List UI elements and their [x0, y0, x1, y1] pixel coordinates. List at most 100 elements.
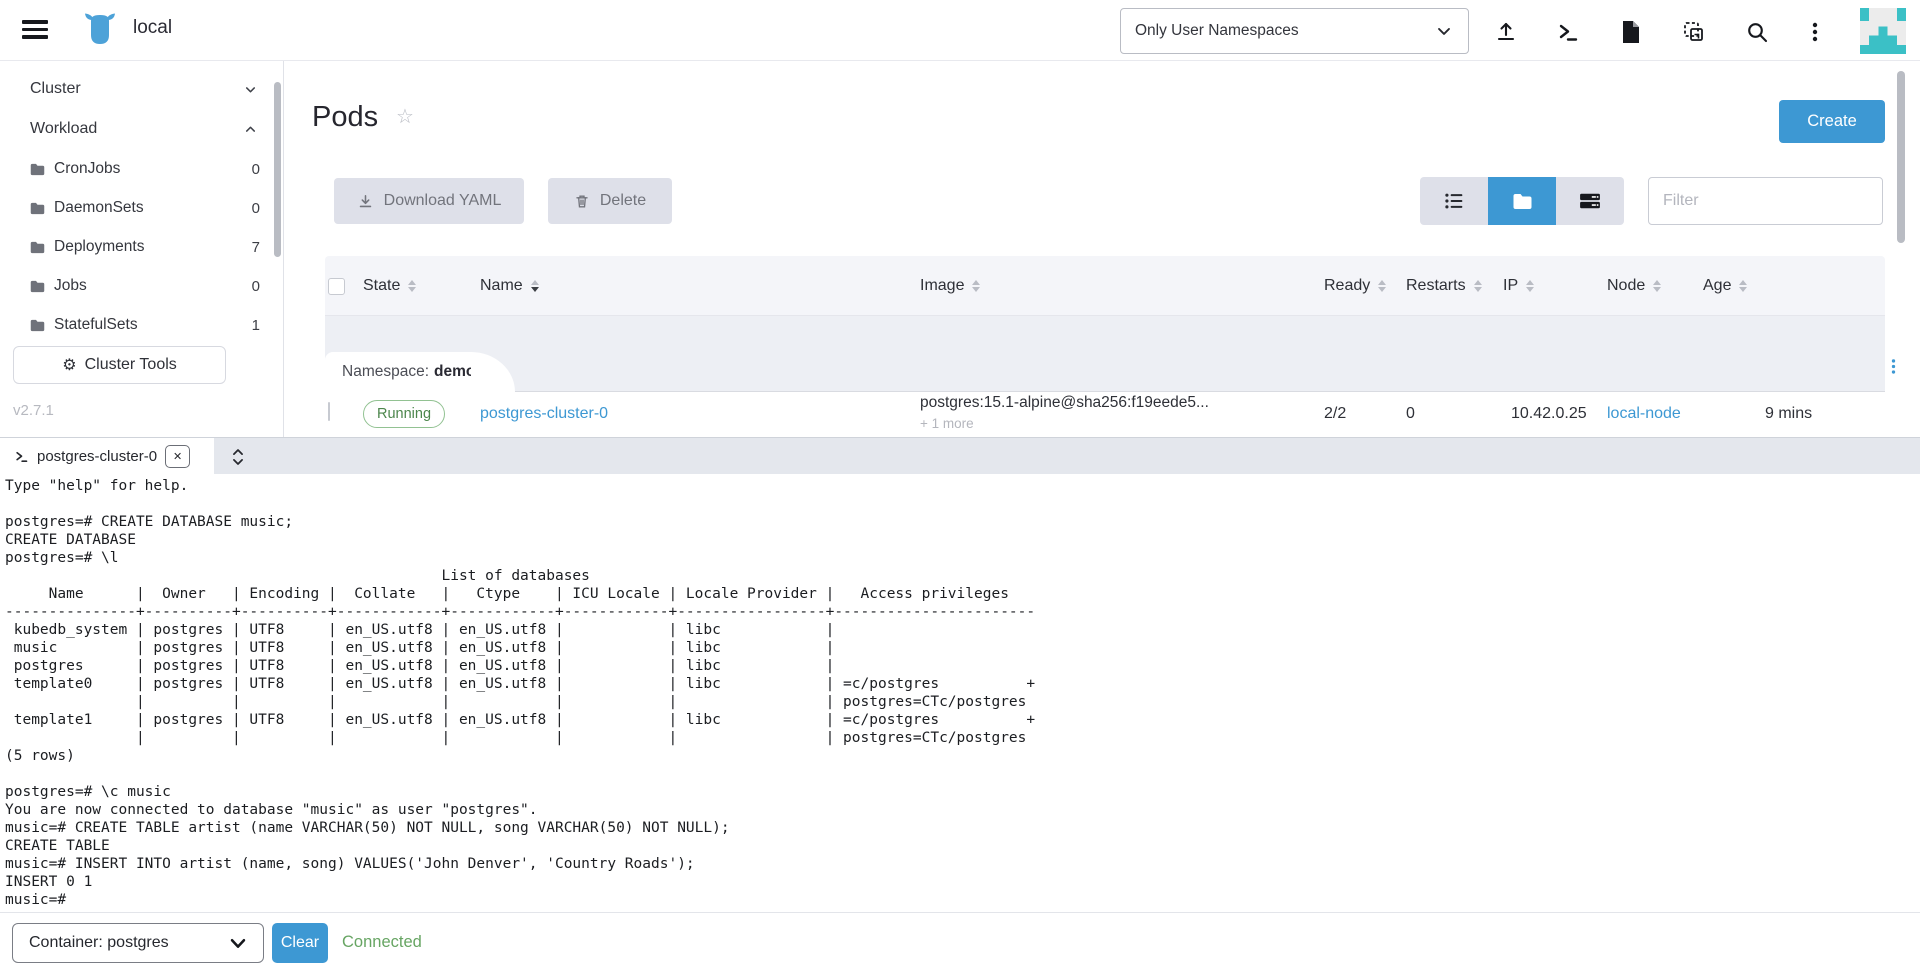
sidebar-group-cluster[interactable]: Cluster: [0, 74, 270, 104]
hamburger-menu-icon[interactable]: [22, 20, 48, 39]
resource-count: 0: [252, 278, 260, 295]
kubectl-shell-icon[interactable]: [1554, 18, 1582, 46]
search-icon[interactable]: [1743, 18, 1771, 46]
download-icon: [357, 193, 374, 210]
column-label: Name: [480, 277, 523, 295]
sidebar-item-label: CronJobs: [54, 160, 120, 178]
view-table-button[interactable]: [1556, 177, 1624, 225]
folder-icon: [30, 202, 45, 215]
resource-count: 0: [252, 200, 260, 217]
user-avatar[interactable]: [1860, 8, 1906, 54]
column-header-restarts[interactable]: Restarts: [1406, 256, 1482, 316]
namespace-filter-select[interactable]: Only User Namespaces: [1120, 8, 1469, 54]
trash-icon: [574, 193, 590, 210]
top-bar: local Only User Namespaces: [0, 0, 1920, 61]
shell-tab[interactable]: postgres-cluster-0 ✕: [0, 438, 214, 475]
shell-tab-bar: postgres-cluster-0 ✕: [0, 437, 1920, 474]
kebab-menu-icon[interactable]: [1801, 18, 1829, 46]
folder-view-icon: [1512, 193, 1533, 210]
shell-tab-close-icon[interactable]: ✕: [165, 445, 190, 468]
gear-icon: ⚙: [62, 355, 76, 375]
pod-node-link[interactable]: local-node: [1607, 405, 1681, 423]
panel-resize-icon[interactable]: [224, 443, 252, 471]
view-mode-toggle: [1420, 177, 1624, 225]
shell-terminal[interactable]: Type "help" for help. postgres=# CREATE …: [0, 474, 1920, 912]
folder-icon: [30, 280, 45, 293]
connection-status: Connected: [342, 933, 422, 952]
namespace-group-row: Namespace: demo: [325, 316, 1885, 392]
favorite-star-icon[interactable]: ☆: [396, 104, 414, 129]
rancher-logo-icon[interactable]: [83, 11, 117, 47]
sidebar-group-label: Workload: [30, 120, 97, 138]
rancher-app: local Only User Namespaces: [0, 0, 1920, 972]
row-kebab-menu-icon[interactable]: [1883, 354, 1903, 378]
select-all-checkbox[interactable]: [328, 256, 345, 316]
download-yaml-button[interactable]: Download YAML: [334, 178, 524, 224]
column-label: Ready: [1324, 277, 1370, 295]
create-button[interactable]: Create: [1779, 100, 1885, 143]
column-header-age[interactable]: Age: [1703, 256, 1747, 316]
filter-input[interactable]: [1648, 177, 1883, 225]
download-yaml-label: Download YAML: [384, 192, 502, 210]
column-header-ip[interactable]: IP: [1503, 256, 1534, 316]
pod-image-more: + 1 more: [920, 416, 974, 431]
clear-button[interactable]: Clear: [272, 923, 328, 963]
side-nav: Cluster Workload CronJobs 0 DaemonSets 0…: [0, 61, 284, 437]
row-checkbox[interactable]: [328, 403, 330, 421]
column-header-image[interactable]: Image: [920, 256, 980, 316]
resource-search-window-icon[interactable]: [1680, 18, 1708, 46]
resource-count: 7: [252, 239, 260, 256]
delete-label: Delete: [600, 192, 646, 210]
sidebar-group-label: Cluster: [30, 80, 81, 98]
table-header-row: State Name Image Ready Restarts: [325, 256, 1885, 316]
import-yaml-icon[interactable]: [1492, 18, 1520, 46]
view-list-button[interactable]: [1420, 177, 1488, 225]
chevron-down-icon: [227, 932, 249, 954]
sidebar-group-workload[interactable]: Workload: [0, 114, 270, 144]
resource-count: 0: [252, 161, 260, 178]
folder-icon: [30, 241, 45, 254]
delete-button[interactable]: Delete: [548, 178, 672, 224]
folder-icon: [30, 163, 45, 176]
column-label: State: [363, 277, 400, 295]
sidebar-item-daemonsets[interactable]: DaemonSets 0: [0, 193, 270, 223]
sidebar-item-jobs[interactable]: Jobs 0: [0, 271, 270, 301]
column-label: Age: [1703, 277, 1731, 295]
sidebar-item-statefulsets[interactable]: StatefulSets 1: [0, 310, 270, 340]
column-label: Image: [920, 277, 964, 295]
pod-ip: 10.42.0.25: [1511, 405, 1587, 423]
shell-tab-icon: [14, 449, 29, 464]
chevron-up-icon: [243, 122, 258, 137]
sidebar-item-label: Jobs: [54, 277, 87, 295]
chevron-down-icon: [1434, 21, 1454, 41]
container-select[interactable]: Container: postgres: [12, 923, 264, 963]
pod-ready: 2/2: [1324, 405, 1346, 423]
sidebar-item-deployments[interactable]: Deployments 7: [0, 232, 270, 262]
chevron-down-icon: [243, 82, 258, 97]
pods-table: State Name Image Ready Restarts: [325, 256, 1885, 437]
column-header-name[interactable]: Name: [480, 256, 539, 316]
cluster-name[interactable]: local: [133, 17, 172, 39]
column-header-ready[interactable]: Ready: [1324, 256, 1386, 316]
table-view-icon: [1579, 192, 1601, 210]
column-header-node[interactable]: Node: [1607, 256, 1661, 316]
pod-name-link[interactable]: postgres-cluster-0: [480, 405, 608, 423]
main-scrollbar[interactable]: [1897, 71, 1905, 243]
sort-icon: [1739, 280, 1747, 292]
folder-icon: [30, 319, 45, 332]
list-view-icon: [1444, 192, 1464, 210]
cluster-tools-button[interactable]: ⚙ Cluster Tools: [13, 346, 226, 384]
shell-tab-title: postgres-cluster-0: [37, 448, 157, 465]
column-header-state[interactable]: State: [363, 256, 416, 316]
docs-file-icon[interactable]: [1617, 18, 1645, 46]
sidebar-scrollbar[interactable]: [274, 82, 281, 257]
resource-count: 1: [252, 317, 260, 334]
rancher-version: v2.7.1: [13, 402, 54, 419]
column-label: IP: [1503, 277, 1518, 295]
table-row: Running postgres-cluster-0 postgres:15.1…: [325, 392, 1885, 437]
sidebar-item-cronjobs[interactable]: CronJobs 0: [0, 154, 270, 184]
shell-footer-bar: Container: postgres Clear Connected: [0, 912, 1920, 972]
sidebar-item-label: Deployments: [54, 238, 144, 256]
sort-icon: [1378, 280, 1386, 292]
view-grouped-button[interactable]: [1488, 177, 1556, 225]
